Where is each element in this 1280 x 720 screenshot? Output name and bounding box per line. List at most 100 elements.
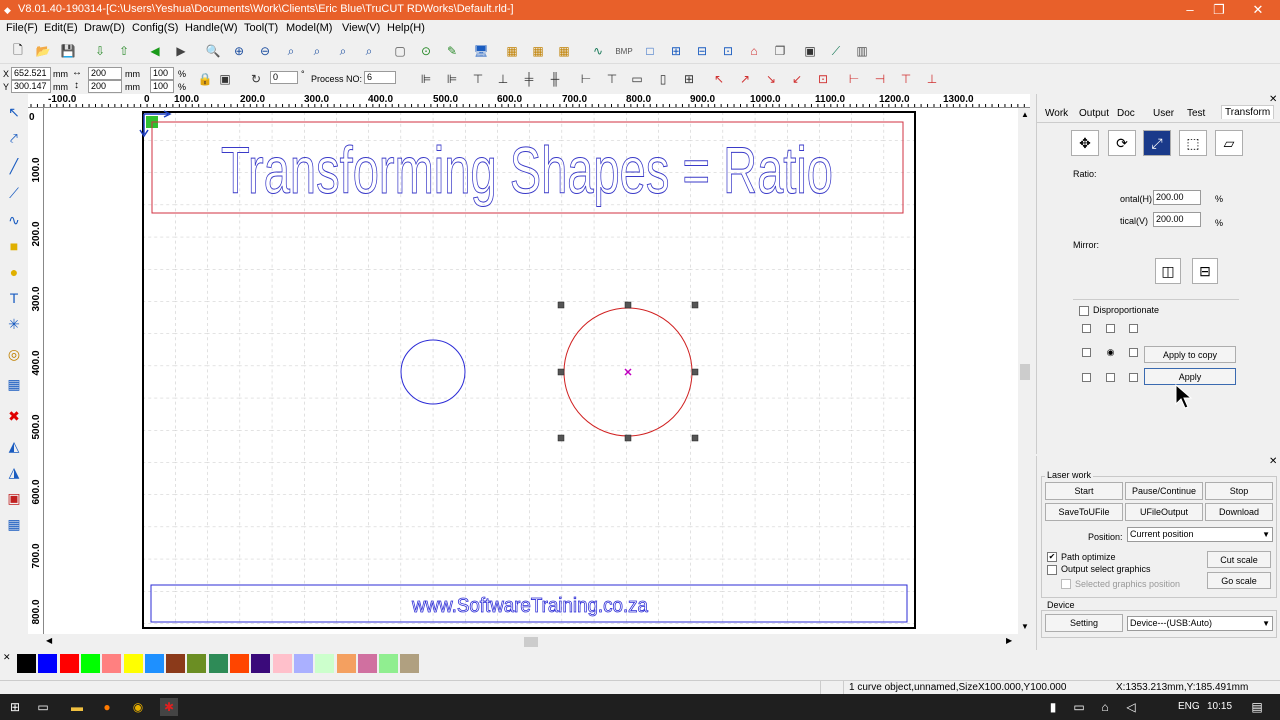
image-tool-icon[interactable]: ▣ bbox=[4, 488, 24, 508]
aspect-icon[interactable]: ▣ bbox=[216, 70, 234, 88]
path-optimize-checkbox[interactable]: ✔ bbox=[1047, 552, 1057, 562]
volume-icon[interactable]: ◁ bbox=[1122, 698, 1140, 716]
menu-tool[interactable]: Tool(T) bbox=[244, 22, 278, 34]
scroll-down-icon[interactable]: ▼ bbox=[1021, 622, 1029, 631]
mirror-vertical-icon[interactable]: ⊟ bbox=[1192, 258, 1218, 284]
same-size-icon[interactable]: ⊞ bbox=[680, 70, 698, 88]
rotate-transform-icon[interactable]: ⟳ bbox=[1108, 130, 1136, 156]
height-field[interactable]: 200 bbox=[88, 80, 122, 93]
save-icon[interactable]: 💾 bbox=[58, 41, 78, 61]
point-tool-icon[interactable]: ✳ bbox=[4, 314, 24, 334]
process-number-field[interactable]: 6 bbox=[364, 71, 396, 84]
move-tr-icon[interactable]: ↗ bbox=[736, 70, 754, 88]
new-file-icon[interactable]: 🗋 bbox=[8, 41, 28, 61]
palette-close-icon[interactable]: ✕ bbox=[3, 652, 11, 663]
color-swatch[interactable] bbox=[38, 654, 58, 673]
menu-view[interactable]: View(V) bbox=[342, 22, 380, 34]
line-tool-icon[interactable]: ╱ bbox=[4, 156, 24, 176]
panel-close-icon[interactable]: ✕ bbox=[1269, 94, 1277, 105]
rectangle-tool-icon[interactable]: ■ bbox=[4, 236, 24, 256]
zoom-icon[interactable]: 🔍 bbox=[203, 41, 223, 61]
array-icon[interactable]: ▦ bbox=[502, 41, 522, 61]
align-left-icon[interactable]: ⊫ bbox=[417, 70, 435, 88]
color-swatch[interactable] bbox=[17, 654, 36, 673]
copy-icon[interactable]: ❐ bbox=[770, 41, 790, 61]
tab-transform[interactable]: Transform bbox=[1221, 105, 1275, 119]
language-indicator[interactable]: ENG bbox=[1178, 701, 1200, 712]
pen-icon[interactable]: ✎ bbox=[442, 41, 462, 61]
pause-continue-button[interactable]: Pause/Continue bbox=[1125, 482, 1203, 500]
start-button[interactable]: Start bbox=[1045, 482, 1123, 500]
same-height-icon[interactable]: ▯ bbox=[654, 70, 672, 88]
curve-tool-icon[interactable]: ∿ bbox=[4, 210, 24, 230]
rect-select-icon[interactable]: ▢ bbox=[390, 41, 410, 61]
save-to-ufile-button[interactable]: SaveToUFile bbox=[1045, 503, 1123, 521]
stop-button[interactable]: Stop bbox=[1205, 482, 1273, 500]
text-tool-icon[interactable]: T bbox=[4, 288, 24, 308]
color-swatch[interactable] bbox=[102, 654, 122, 673]
color-swatch[interactable] bbox=[208, 654, 228, 673]
zoom-all-icon[interactable]: ⌕ bbox=[333, 41, 353, 61]
color-swatch[interactable] bbox=[166, 654, 186, 673]
menu-config[interactable]: Config(S) bbox=[132, 22, 178, 34]
menu-draw[interactable]: Draw(D) bbox=[84, 22, 125, 34]
bitmap-tool-icon[interactable]: ◎ bbox=[4, 344, 24, 364]
skew-transform-icon[interactable]: ▱ bbox=[1215, 130, 1243, 156]
weld-icon[interactable]: ⊡ bbox=[718, 41, 738, 61]
undo-icon[interactable]: ◀ bbox=[145, 41, 165, 61]
move-tl-icon[interactable]: ↖ bbox=[710, 70, 728, 88]
footer-url-text[interactable]: www.SoftwareTraining.co.za bbox=[411, 595, 650, 618]
battery-icon[interactable]: ▭ bbox=[1070, 698, 1088, 716]
headline-text[interactable]: Transforming Shapes = Ratio bbox=[221, 133, 834, 208]
chrome-icon[interactable]: ◉ bbox=[129, 698, 147, 716]
anchor-mr[interactable] bbox=[1129, 348, 1138, 357]
width-field[interactable]: 200 bbox=[88, 67, 122, 80]
node-tool-icon[interactable]: ⤤ bbox=[4, 128, 24, 148]
network-icon[interactable]: ⌂ bbox=[1096, 698, 1114, 716]
color-swatch[interactable] bbox=[336, 654, 356, 673]
scale-transform-icon[interactable]: ⤢ bbox=[1143, 130, 1171, 156]
color-swatch[interactable] bbox=[123, 654, 143, 673]
scroll-left-icon[interactable]: ◀ bbox=[46, 636, 52, 645]
curve-icon[interactable]: ∿ bbox=[588, 41, 608, 61]
anchor-tr[interactable] bbox=[1129, 324, 1138, 333]
color-swatch[interactable] bbox=[357, 654, 377, 673]
color-swatch[interactable] bbox=[293, 654, 313, 673]
menu-model[interactable]: Model(M) bbox=[286, 22, 332, 34]
move-transform-icon[interactable]: ✥ bbox=[1071, 130, 1099, 156]
distribute-icon[interactable]: ⊟ bbox=[692, 41, 712, 61]
anchor-center-radio[interactable]: ◉ bbox=[1106, 347, 1115, 357]
task-view-icon[interactable]: ▭ bbox=[34, 698, 52, 716]
align-top-icon[interactable]: ⊤ bbox=[469, 70, 487, 88]
move-center-icon[interactable]: ⊡ bbox=[814, 70, 832, 88]
color-swatch[interactable] bbox=[251, 654, 271, 673]
ungroup-icon[interactable]: ▦ bbox=[554, 41, 574, 61]
group-icon[interactable]: ▦ bbox=[528, 41, 548, 61]
file-explorer-icon[interactable]: ▬ bbox=[68, 698, 86, 716]
close-window-button[interactable]: ✕ bbox=[1240, 0, 1276, 20]
clock[interactable]: 10:15 bbox=[1207, 701, 1232, 712]
mirror-h-tool-icon[interactable]: ◭ bbox=[4, 436, 24, 456]
zoom-out-icon[interactable]: ⊖ bbox=[255, 41, 275, 61]
align-hcenter-icon[interactable]: ╪ bbox=[520, 70, 538, 88]
vertical-ratio-field[interactable]: 200.00 bbox=[1153, 212, 1201, 227]
color-swatch[interactable] bbox=[315, 654, 335, 673]
lock-icon[interactable]: 🔒 bbox=[196, 70, 214, 88]
tab-user[interactable]: User bbox=[1153, 108, 1174, 119]
anchor-br[interactable] bbox=[1129, 373, 1138, 382]
menu-handle[interactable]: Handle(W) bbox=[185, 22, 238, 34]
anchor-bl[interactable] bbox=[1082, 373, 1091, 382]
color-swatch[interactable] bbox=[230, 654, 249, 673]
rdworks-taskbar-icon[interactable]: ✱ bbox=[160, 698, 178, 716]
download-button[interactable]: Download bbox=[1205, 503, 1273, 521]
color-swatch[interactable] bbox=[80, 654, 100, 673]
scroll-right-icon[interactable]: ▶ bbox=[1006, 636, 1012, 645]
layer-icon[interactable]: ▥ bbox=[852, 41, 872, 61]
width-percent-field[interactable]: 100 bbox=[150, 67, 174, 80]
usb-icon[interactable]: ▮ bbox=[1044, 698, 1062, 716]
mirror-horizontal-icon[interactable]: ◫ bbox=[1155, 258, 1181, 284]
anchor-bc[interactable] bbox=[1106, 373, 1115, 382]
color-swatch[interactable] bbox=[59, 654, 79, 673]
y-position-field[interactable]: 300.147 bbox=[11, 80, 51, 93]
dock-bottom-icon[interactable]: ⊥ bbox=[923, 70, 941, 88]
